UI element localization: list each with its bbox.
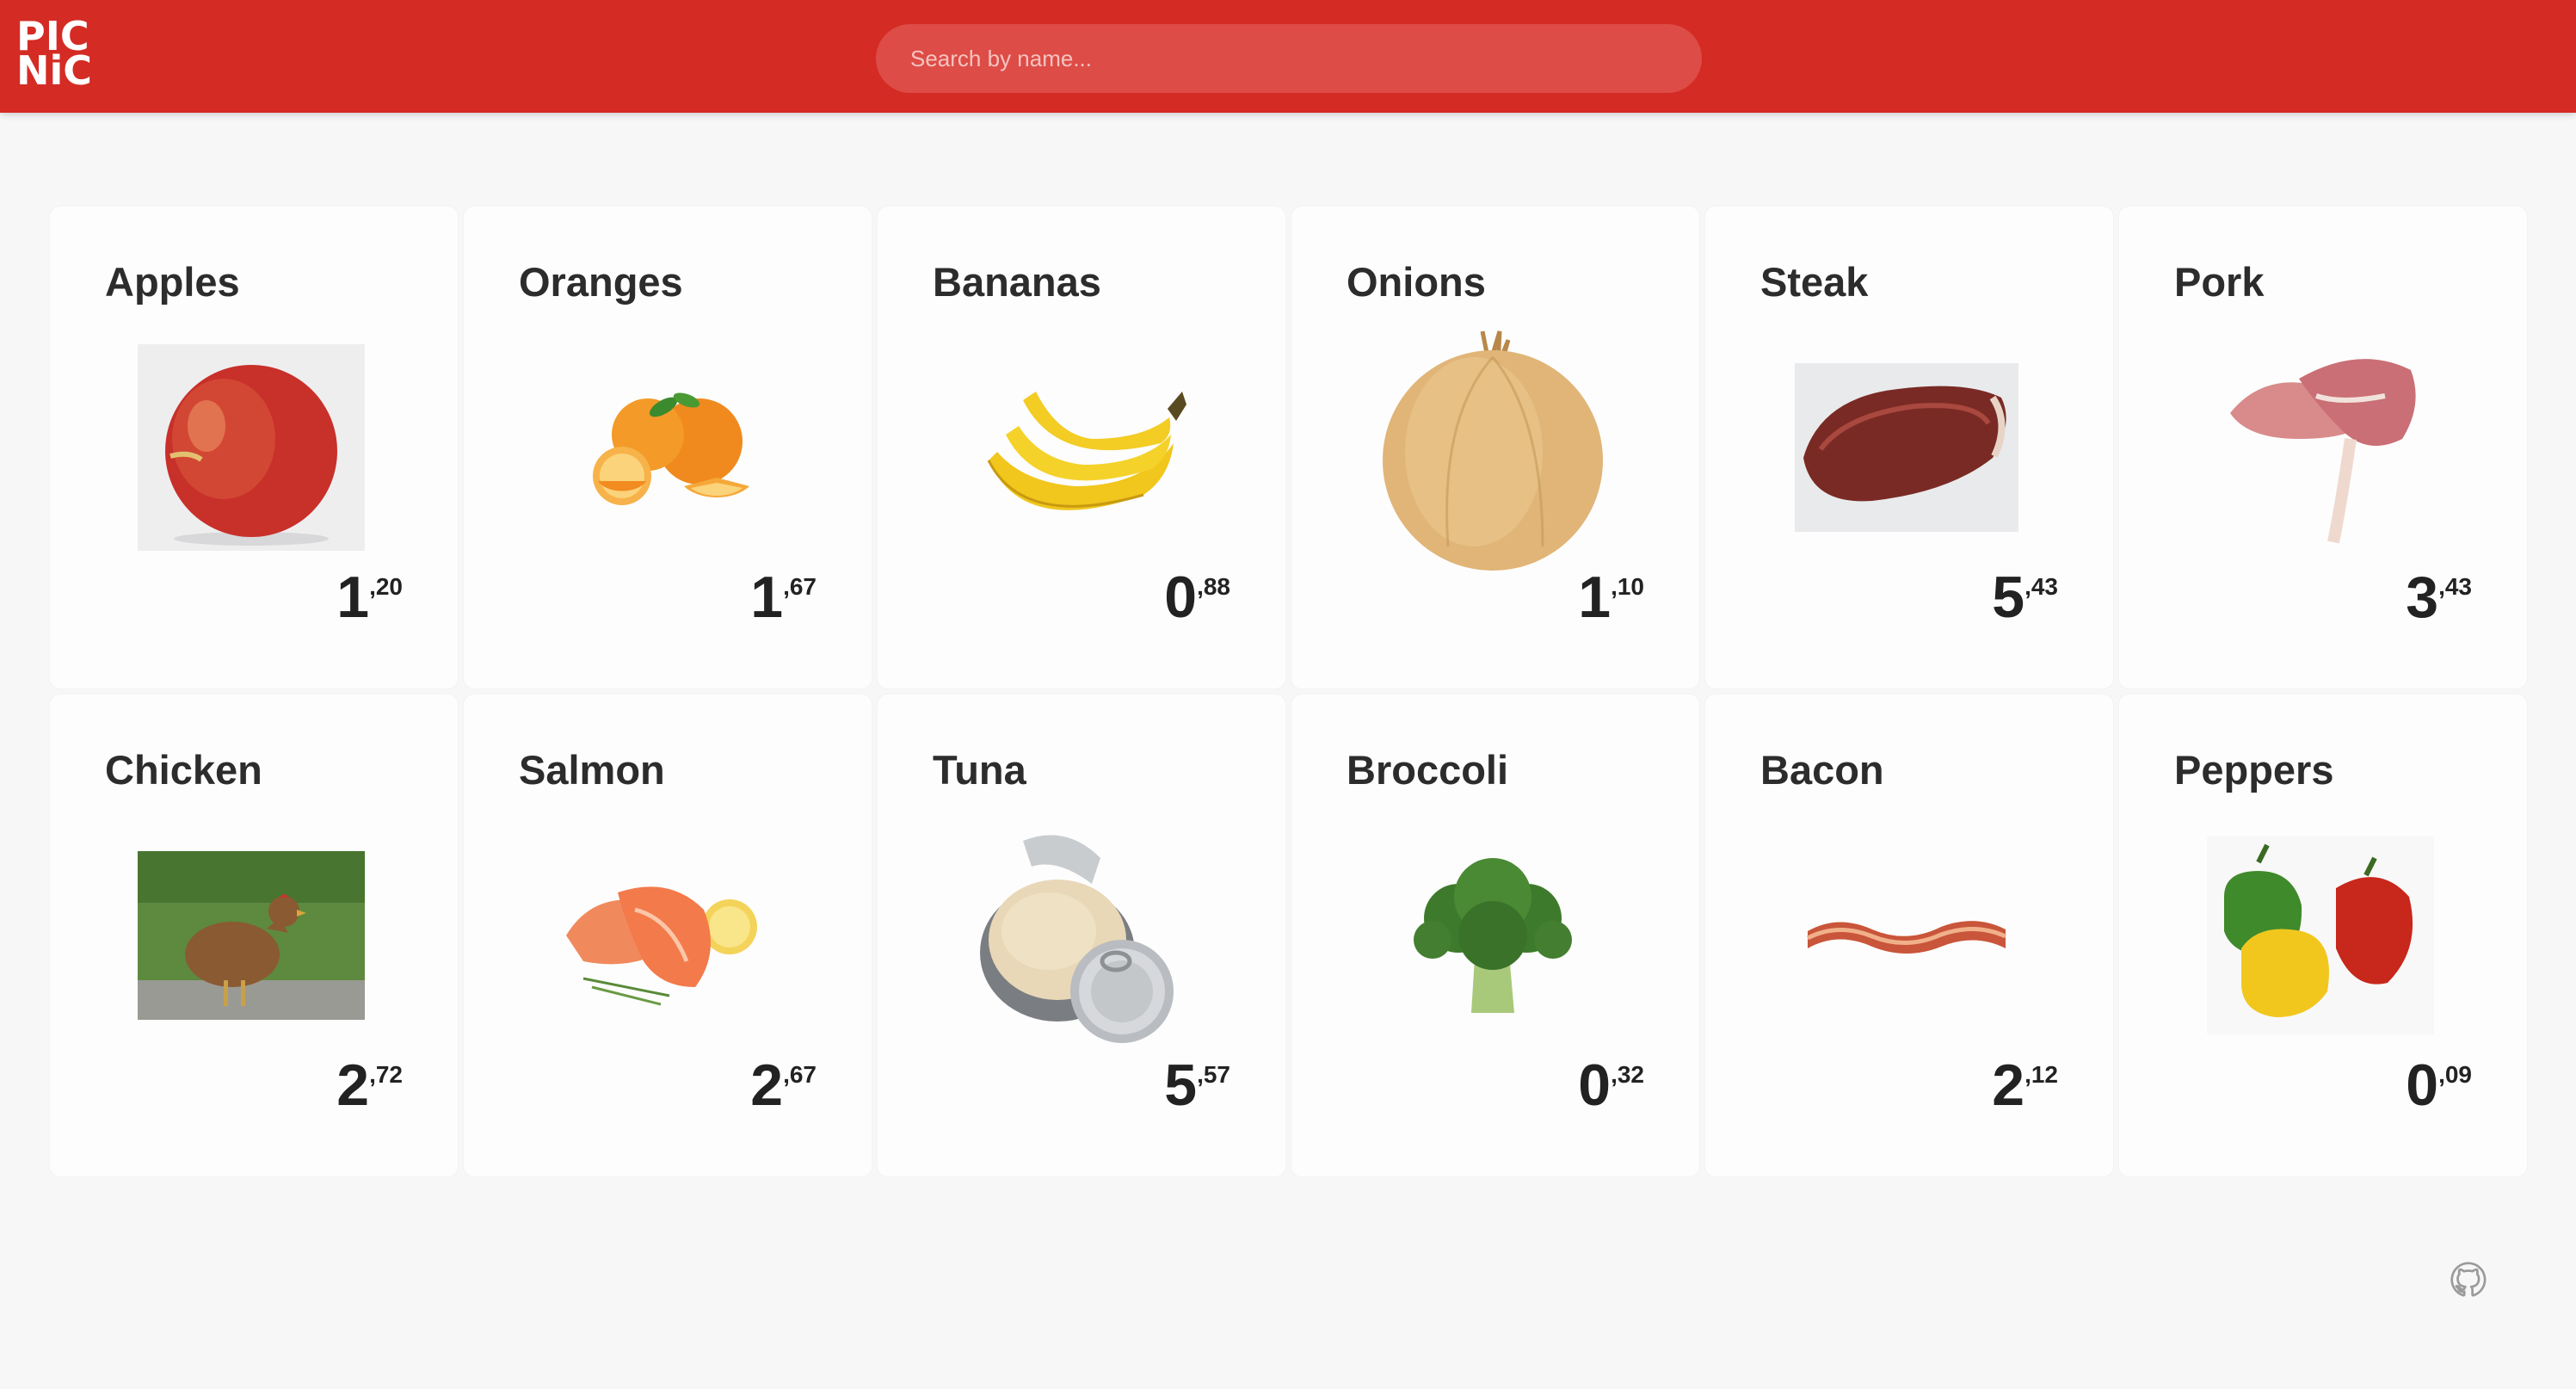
product-price: 2 ,67 xyxy=(750,1056,817,1114)
product-price: 1 ,67 xyxy=(750,568,817,627)
price-int: 1 xyxy=(750,565,784,630)
product-price: 0 ,32 xyxy=(1578,1056,1644,1114)
price-cents: ,20 xyxy=(369,573,403,600)
product-price: 5 ,43 xyxy=(1992,568,2058,627)
bananas-image xyxy=(965,336,1192,559)
steak-image xyxy=(1793,336,2020,559)
product-name: Pork xyxy=(2174,259,2265,305)
product-price: 3 ,43 xyxy=(2406,568,2472,627)
product-card-peppers[interactable]: Peppers 0 ,09 xyxy=(2119,694,2527,1176)
price-cents: ,67 xyxy=(783,1061,817,1088)
product-name: Tuna xyxy=(933,747,1026,793)
product-name: Broccoli xyxy=(1347,747,1509,793)
salmon-image xyxy=(552,824,779,1047)
price-cents: ,10 xyxy=(1611,573,1644,600)
price-int: 0 xyxy=(1578,1053,1612,1118)
product-price: 1 ,20 xyxy=(336,568,403,627)
product-card-oranges[interactable]: Oranges 1 ,67 xyxy=(464,207,872,688)
product-card-apples[interactable]: Apples 1 ,20 xyxy=(50,207,458,688)
product-name: Apples xyxy=(105,259,240,305)
oranges-image xyxy=(552,336,779,559)
product-name: Chicken xyxy=(105,747,262,793)
product-price: 2 ,12 xyxy=(1992,1056,2058,1114)
price-cents: ,43 xyxy=(2438,573,2472,600)
product-price: 0 ,88 xyxy=(1164,568,1230,627)
price-int: 2 xyxy=(336,1053,370,1118)
product-card-bananas[interactable]: Bananas 0 ,88 xyxy=(878,207,1285,688)
product-card-steak[interactable]: Steak 5 ,43 xyxy=(1705,207,2113,688)
price-cents: ,12 xyxy=(2024,1061,2058,1088)
product-card-bacon[interactable]: Bacon 2 ,12 xyxy=(1705,694,2113,1176)
price-int: 3 xyxy=(2406,565,2439,630)
broccoli-image xyxy=(1379,824,1606,1047)
bacon-image xyxy=(1793,824,2020,1047)
price-cents: ,72 xyxy=(369,1061,403,1088)
product-card-chicken[interactable]: Chicken 2 ,72 xyxy=(50,694,458,1176)
product-grid: Apples 1 ,20 Oranges 1 ,67 Bananas 0 ,88… xyxy=(50,207,2527,1176)
product-name: Onions xyxy=(1347,259,1486,305)
product-name: Salmon xyxy=(519,747,665,793)
price-int: 0 xyxy=(1164,565,1198,630)
product-name: Oranges xyxy=(519,259,683,305)
price-cents: ,43 xyxy=(2024,573,2058,600)
price-int: 2 xyxy=(750,1053,784,1118)
product-price: 1 ,10 xyxy=(1578,568,1644,627)
price-int: 2 xyxy=(1992,1053,2025,1118)
price-cents: ,57 xyxy=(1197,1061,1230,1088)
github-icon[interactable] xyxy=(2449,1260,2488,1299)
top-bar: PIC NiC xyxy=(0,0,2576,113)
search-input[interactable] xyxy=(876,24,1702,93)
logo-line-2: NiC xyxy=(16,47,93,94)
price-cents: ,09 xyxy=(2438,1061,2472,1088)
price-cents: ,88 xyxy=(1197,573,1230,600)
product-card-tuna[interactable]: Tuna 5 ,57 xyxy=(878,694,1285,1176)
product-price: 2 ,72 xyxy=(336,1056,403,1114)
apple-image xyxy=(138,336,365,559)
tuna-can-image xyxy=(965,824,1192,1047)
product-price: 5 ,57 xyxy=(1164,1056,1230,1114)
price-cents: ,67 xyxy=(783,573,817,600)
peppers-image xyxy=(2207,824,2434,1047)
chicken-image xyxy=(138,824,365,1047)
product-card-broccoli[interactable]: Broccoli 0 ,32 xyxy=(1291,694,1699,1176)
price-int: 1 xyxy=(336,565,370,630)
picnic-logo[interactable]: PIC NiC xyxy=(16,16,96,95)
product-card-onions[interactable]: Onions 1 ,10 xyxy=(1291,207,1699,688)
price-int: 0 xyxy=(2406,1053,2439,1118)
price-cents: ,32 xyxy=(1611,1061,1644,1088)
product-card-pork[interactable]: Pork 3 ,43 xyxy=(2119,207,2527,688)
product-name: Peppers xyxy=(2174,747,2334,793)
product-name: Steak xyxy=(1760,259,1869,305)
price-int: 5 xyxy=(1992,565,2025,630)
product-price: 0 ,09 xyxy=(2406,1056,2472,1114)
price-int: 1 xyxy=(1578,565,1612,630)
pork-image xyxy=(2207,336,2434,559)
price-int: 5 xyxy=(1164,1053,1198,1118)
product-name: Bacon xyxy=(1760,747,1884,793)
onion-image xyxy=(1379,330,1606,571)
product-name: Bananas xyxy=(933,259,1101,305)
product-card-salmon[interactable]: Salmon 2 ,67 xyxy=(464,694,872,1176)
